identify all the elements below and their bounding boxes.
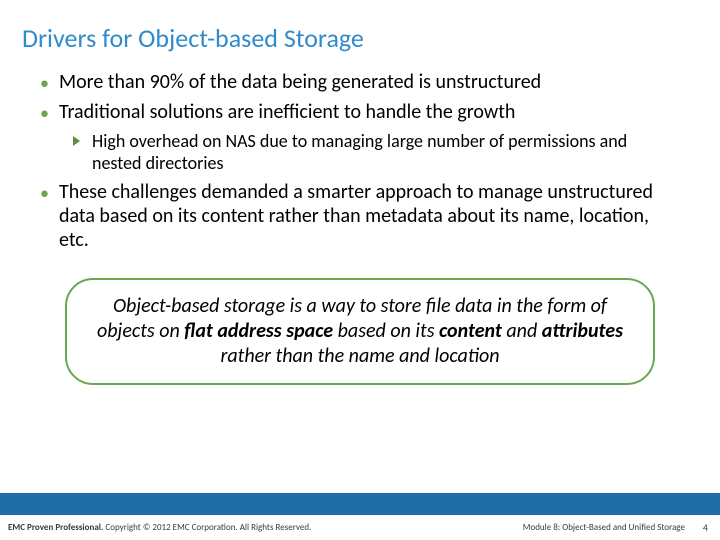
callout-bold: flat address space [184,319,333,343]
bullet-icon: • [40,72,49,94]
callout-bold: content [439,319,502,343]
callout-text: based on its [333,319,439,343]
bullet-text: These challenges demanded a smarter appr… [59,180,680,252]
footer-brand: EMC Proven Professional. [8,522,103,533]
callout-text: and [502,319,542,343]
callout-bold: attributes [542,319,623,343]
callout-text: rather than the name and location [220,344,499,368]
footer: EMC Proven Professional. Copyright © 201… [0,515,720,540]
slide-title: Drivers for Object-based Storage [0,0,720,64]
footer-copyright: EMC Proven Professional. Copyright © 201… [8,522,311,533]
bullet-icon: • [40,102,49,124]
bullet-icon: • [40,182,49,204]
slide: Drivers for Object-based Storage • More … [0,0,720,540]
sub-bullet-text: High overhead on NAS due to managing lar… [92,130,670,174]
bullet-item: • More than 90% of the data being genera… [40,70,680,94]
footer-copyright-text: Copyright © 2012 EMC Corporation. All Ri… [103,522,311,533]
bullet-text: More than 90% of the data being generate… [59,70,541,94]
definition-callout: Object-based storage is a way to store f… [65,278,655,385]
page-number: 4 [703,521,708,534]
slide-content: • More than 90% of the data being genera… [0,64,720,493]
footer-accent-bar [0,493,720,515]
footer-right: Module 8: Object-Based and Unified Stora… [523,521,708,534]
bullet-text: Traditional solutions are inefficient to… [59,100,515,124]
bullet-item: • These challenges demanded a smarter ap… [40,180,680,252]
footer-module: Module 8: Object-Based and Unified Stora… [523,522,685,533]
callout-container: Object-based storage is a way to store f… [40,278,680,385]
bullet-item: • Traditional solutions are inefficient … [40,100,680,124]
sub-bullet-item: High overhead on NAS due to managing lar… [72,130,680,174]
arrow-right-icon [72,133,82,152]
